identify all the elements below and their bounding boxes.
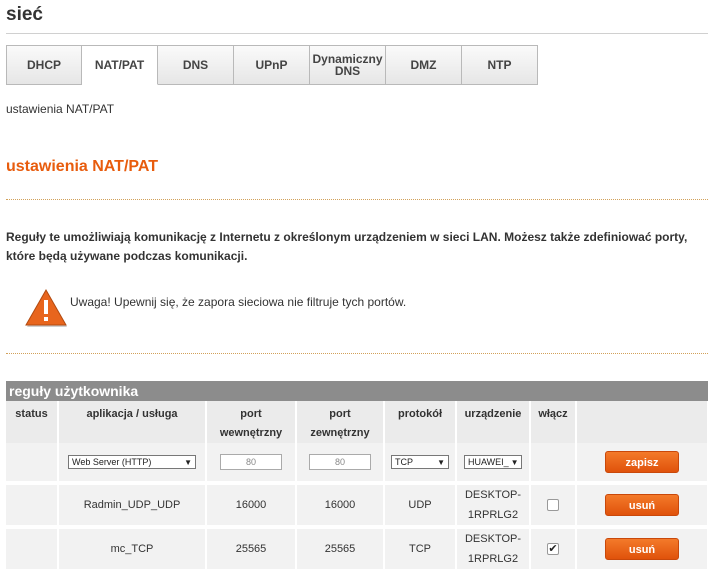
row-status — [6, 485, 59, 527]
tab-bar: DHCP NAT/PAT DNS UPnP Dynamiczny DNS DMZ… — [6, 45, 538, 85]
tab-ntp-label: NTP — [487, 58, 512, 72]
row-device-l1: DESKTOP- — [464, 533, 522, 545]
tab-upnp-label: UPnP — [255, 58, 288, 72]
col-port-internal: port wewnętrzny — [206, 401, 297, 443]
row-device-l2: 1RPRLG2 — [467, 509, 519, 521]
col-app: aplikacja / usługa — [58, 401, 207, 443]
device-select[interactable]: HUAWEI_ ▼ — [464, 455, 522, 469]
tab-dns[interactable]: DNS — [158, 45, 234, 85]
row-action-cell: usuń — [576, 485, 709, 527]
section-description: Reguły te umożliwiają komunikację z Inte… — [6, 230, 688, 263]
new-rule-row: Web Server (HTTP)▼ TCP▼ HUAWEI_▼ zapisz — [6, 443, 709, 481]
col-actions — [576, 401, 709, 443]
row-app: mc_TCP — [58, 525, 207, 569]
row-port-external: 16000 — [296, 485, 385, 527]
col-status: status — [6, 401, 59, 443]
dotted-divider-2 — [6, 353, 708, 354]
section-title: ustawienia NAT/PAT — [6, 158, 159, 175]
app-select[interactable]: Web Server (HTTP) ▼ — [68, 455, 196, 469]
row-device-l2: 1RPRLG2 — [467, 553, 519, 565]
col-enable: włącz — [530, 401, 577, 443]
remove-button[interactable]: usuń — [605, 538, 679, 560]
new-rule-app-cell: Web Server (HTTP) ▼ — [58, 443, 207, 481]
protocol-select[interactable]: TCP ▼ — [391, 455, 449, 469]
tab-dmz-label: DMZ — [410, 58, 437, 72]
port-external-input[interactable] — [309, 454, 371, 470]
col-protocol: protokół — [384, 401, 457, 443]
enable-checkbox[interactable] — [547, 499, 559, 512]
table-row: Radmin_UDP_UDP 16000 16000 UDP DESKTOP- 1… — [6, 485, 709, 527]
device-select-arrow-icon: ▼ — [510, 457, 519, 467]
user-rules-title: reguły użytkownika — [6, 381, 708, 401]
col-port-internal-l1: port — [240, 408, 262, 420]
page-title: sieć — [6, 4, 43, 25]
new-rule-port-internal-cell — [206, 443, 297, 481]
tab-dhcp[interactable]: DHCP — [6, 45, 82, 85]
col-device: urządzenie — [456, 401, 531, 443]
col-port-internal-l2: wewnętrzny — [219, 427, 283, 439]
new-rule-status — [6, 443, 59, 481]
row-device-l1: DESKTOP- — [464, 489, 522, 501]
enable-checkbox[interactable]: ✔ — [547, 543, 559, 556]
col-port-external-l2: zewnętrzny — [310, 427, 370, 439]
row-status — [6, 525, 59, 569]
tab-nat-pat[interactable]: NAT/PAT — [82, 45, 158, 85]
row-protocol: UDP — [384, 485, 457, 527]
port-internal-input[interactable] — [220, 454, 282, 470]
new-rule-enable-cell — [530, 443, 577, 481]
row-port-internal: 25565 — [206, 525, 297, 569]
row-device: DESKTOP- 1RPRLG2 — [456, 485, 531, 527]
protocol-select-arrow-icon: ▼ — [437, 457, 445, 467]
table-header-row: status aplikacja / usługa port wewnętrzny… — [6, 401, 709, 443]
remove-button[interactable]: usuń — [605, 494, 679, 516]
app-select-arrow-icon: ▼ — [184, 457, 192, 467]
user-rules-panel: reguły użytkownika status aplikacja / us… — [6, 381, 709, 569]
new-rule-protocol-cell: TCP ▼ — [384, 443, 457, 481]
warning-text: Uwaga! Upewnij się, że zapora sieciowa n… — [70, 295, 407, 309]
row-device: DESKTOP- 1RPRLG2 — [456, 525, 531, 569]
new-rule-port-external-cell — [296, 443, 385, 481]
warning-icon — [25, 288, 67, 327]
tab-nat-pat-label: NAT/PAT — [94, 58, 145, 72]
col-port-external-l1: port — [329, 408, 351, 420]
save-button[interactable]: zapisz — [605, 451, 679, 473]
tab-dhcp-label: DHCP — [26, 58, 61, 72]
breadcrumb: ustawienia NAT/PAT — [6, 102, 115, 116]
tab-upnp[interactable]: UPnP — [234, 45, 310, 85]
dotted-divider — [6, 199, 708, 200]
row-protocol: TCP — [384, 525, 457, 569]
app-select-value: Web Server (HTTP) — [72, 457, 152, 467]
tab-dns-label: DNS — [182, 58, 209, 72]
row-enable-cell — [530, 485, 577, 527]
new-rule-action-cell: zapisz — [576, 443, 709, 481]
tab-dynamic-dns[interactable]: Dynamiczny DNS — [310, 45, 386, 85]
row-port-external: 25565 — [296, 525, 385, 569]
rules-table: status aplikacja / usługa port wewnętrzny… — [6, 401, 709, 569]
row-port-internal: 16000 — [206, 485, 297, 527]
row-action-cell: usuń — [576, 525, 709, 569]
row-enable-cell: ✔ — [530, 525, 577, 569]
new-rule-device-cell: HUAWEI_ ▼ — [456, 443, 531, 481]
protocol-select-value: TCP — [395, 457, 413, 467]
table-row: mc_TCP 25565 25565 TCP DESKTOP- 1RPRLG2 ✔… — [6, 525, 709, 569]
row-app: Radmin_UDP_UDP — [58, 485, 207, 527]
col-port-external: port zewnętrzny — [296, 401, 385, 443]
title-divider — [6, 33, 708, 34]
device-select-value: HUAWEI_ — [468, 457, 509, 467]
tab-dynamic-dns-label-line2: DNS — [334, 64, 361, 78]
tab-ntp[interactable]: NTP — [462, 45, 538, 85]
tab-dmz[interactable]: DMZ — [386, 45, 462, 85]
